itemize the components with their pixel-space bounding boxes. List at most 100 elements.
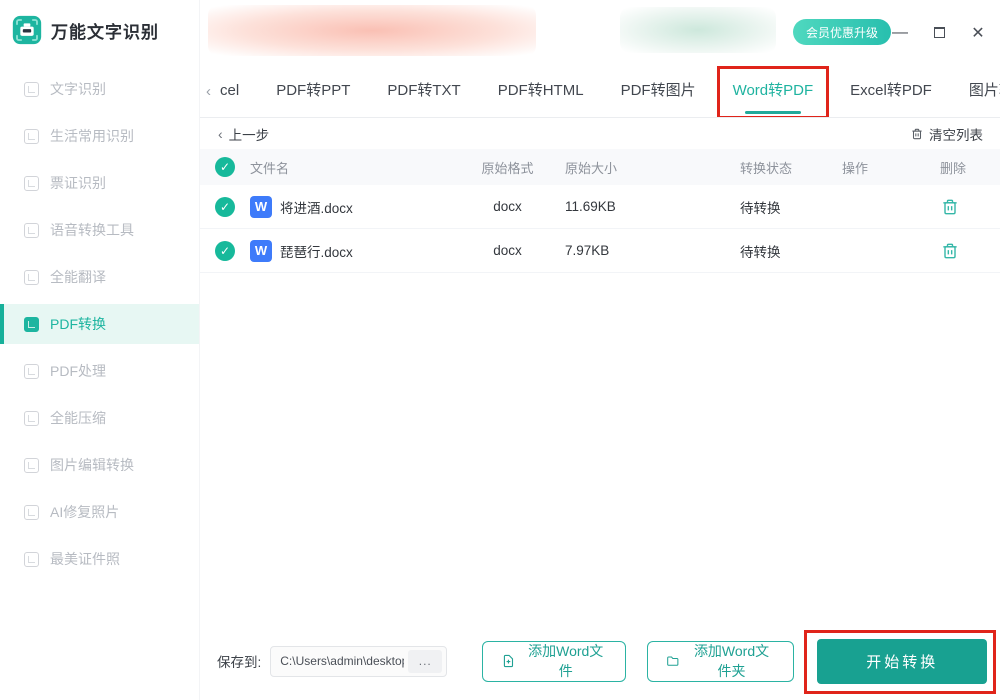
file-status: 待转换 [725,241,840,261]
tab-label: Word转PDF [733,82,814,99]
header-delete: 删除 [925,158,1000,177]
active-tab-underline [745,111,801,114]
blurred-content-green [620,7,776,53]
window-controls: — ✕ [891,0,987,65]
image-edit-icon [24,458,39,473]
blurred-content-pink [208,5,536,56]
header-format: 原始格式 [465,158,550,177]
close-icon: ✕ [971,23,984,43]
sidebar-item-pdf-convert[interactable]: PDF转换 [0,304,199,344]
add-word-folder-button[interactable]: 添加Word文件夹 [647,641,794,682]
check-icon: ✓ [220,244,230,258]
app-window: 万能文字识别 文字识别 生活常用识别 票证识别 语音转换工具 全能翻译 [0,0,1000,700]
ticket-recognition-icon [24,176,39,191]
sidebar-item-translate[interactable]: 全能翻译 [0,257,199,297]
minimize-icon: — [892,24,908,42]
sidebar: 万能文字识别 文字识别 生活常用识别 票证识别 语音转换工具 全能翻译 [0,0,200,700]
tab-pdf-to-image[interactable]: PDF转图片 [621,65,696,117]
table-row: ✓ W 将进酒.docx docx 11.69KB 待转换 [200,185,1000,229]
app-logo-icon [12,15,42,45]
file-format: docx [465,243,550,258]
folder-icon [666,653,680,669]
sidebar-item-ticket-recognition[interactable]: 票证识别 [0,163,199,203]
close-button[interactable]: ✕ [969,24,987,42]
file-size: 11.69KB [550,199,725,214]
trash-icon [940,241,960,261]
tab-excel-to-pdf[interactable]: Excel转PDF [850,65,932,117]
clear-list-label: 清空列表 [929,124,983,144]
text-recognition-icon [24,82,39,97]
compress-icon [24,411,39,426]
add-word-file-button[interactable]: 添加Word文件 [482,641,626,682]
back-chevron-icon: ‹ [218,126,223,142]
row-checkbox[interactable]: ✓ [215,197,235,217]
row-checkbox[interactable]: ✓ [215,241,235,261]
file-status: 待转换 [725,197,840,217]
maximize-button[interactable] [930,24,948,42]
pdf-convert-icon [24,317,39,332]
trash-icon [910,127,924,141]
conversion-tabbar: ‹ cel PDF转PPT PDF转TXT PDF转HTML PDF转图片 Wo… [200,65,1000,118]
delete-file-button[interactable] [940,241,960,261]
check-icon: ✓ [220,200,230,214]
file-name: 琵琶行.docx [280,241,353,261]
sidebar-item-life-recognition[interactable]: 生活常用识别 [0,116,199,156]
sidebar-item-label: 图片编辑转换 [50,455,134,475]
life-recognition-icon [24,129,39,144]
select-all-checkbox[interactable]: ✓ [215,157,235,177]
sidebar-item-compress[interactable]: 全能压缩 [0,398,199,438]
sidebar-item-label: 语音转换工具 [50,220,134,240]
check-icon: ✓ [220,160,230,174]
sidebar-menu: 文字识别 生活常用识别 票证识别 语音转换工具 全能翻译 PDF转换 [0,67,199,579]
logo-row: 万能文字识别 [0,0,199,67]
sidebar-item-audio-tools[interactable]: 语音转换工具 [0,210,199,250]
vip-upgrade-badge[interactable]: 会员优惠升级 [793,19,891,45]
sidebar-item-id-photo[interactable]: 最美证件照 [0,539,199,579]
minimize-button[interactable]: — [891,24,909,42]
tab-pdf-to-html[interactable]: PDF转HTML [498,65,584,117]
sidebar-item-label: AI修复照片 [50,502,119,522]
app-title: 万能文字识别 [51,18,159,43]
file-size: 7.97KB [550,243,725,258]
save-path-input[interactable] [271,654,408,668]
id-photo-icon [24,552,39,567]
maximize-icon [934,27,945,38]
file-table: ✓ 文件名 原始格式 原始大小 转换状态 操作 删除 ✓ W 将进酒.docx … [200,149,1000,273]
delete-file-button[interactable] [940,197,960,217]
trash-icon [940,197,960,217]
pdf-process-icon [24,364,39,379]
ai-repair-icon [24,505,39,520]
tab-pdf-to-txt[interactable]: PDF转TXT [387,65,460,117]
tab-pdf-to-excel-clipped[interactable]: cel [220,65,239,117]
tabs-scroll-left-icon[interactable]: ‹ [206,83,211,100]
sidebar-item-label: 最美证件照 [50,549,120,569]
start-convert-button[interactable]: 开始转换 [817,639,987,684]
main-area: 会员优惠升级 — ✕ ‹ cel PDF转PPT PDF转TXT PDF转HTM… [200,0,1000,700]
clear-list-button[interactable]: 清空列表 [910,124,983,144]
header-size: 原始大小 [550,158,725,177]
word-file-icon: W [250,240,272,262]
tab-image-to-pdf-clipped[interactable]: 图片转P [969,65,1000,117]
sidebar-item-text-recognition[interactable]: 文字识别 [0,69,199,109]
header-status: 转换状态 [725,158,840,177]
tab-word-to-pdf[interactable]: Word转PDF [733,65,814,117]
back-button[interactable]: ‹ 上一步 [218,124,269,144]
audio-tools-icon [24,223,39,238]
sidebar-item-ai-repair[interactable]: AI修复照片 [0,492,199,532]
add-word-folder-label: 添加Word文件夹 [688,641,775,681]
file-plus-icon [501,653,516,669]
sidebar-item-label: PDF处理 [50,361,106,381]
sidebar-item-label: 全能压缩 [50,408,106,428]
sidebar-item-image-edit[interactable]: 图片编辑转换 [0,445,199,485]
footer-bar: 保存到: ... 添加Word文件 添加Word文件夹 开始转换 [200,636,1000,686]
tab-pdf-to-ppt[interactable]: PDF转PPT [276,65,350,117]
file-name: 将进酒.docx [280,197,353,217]
browse-folder-button[interactable]: ... [408,650,442,673]
header-filename: 文件名 [250,158,465,177]
add-word-file-label: 添加Word文件 [524,641,607,681]
table-row: ✓ W 琵琶行.docx docx 7.97KB 待转换 [200,229,1000,273]
sidebar-item-label: 生活常用识别 [50,126,134,146]
sidebar-item-label: 文字识别 [50,79,106,99]
back-label: 上一步 [229,124,270,144]
sidebar-item-pdf-process[interactable]: PDF处理 [0,351,199,391]
